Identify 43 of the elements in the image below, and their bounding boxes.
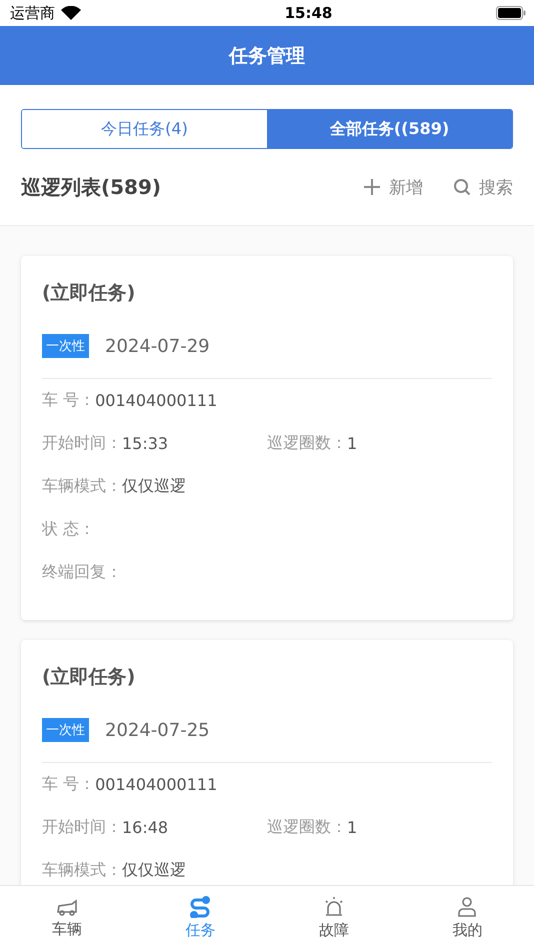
field-value: 16:48 [122, 818, 168, 837]
task-card[interactable]: (立即任务) 一次性 2024-07-25 车 号：001404000111 开始时间：16:48 巡逻圈数：1 车辆模式：仅仅巡逻 [21, 640, 513, 885]
search-icon [453, 178, 471, 196]
task-card[interactable]: (立即任务) 一次性 2024-07-29 车 号：001404000111 开始时间：15:33 巡逻圈数：1 车辆模式：仅仅巡逻 状 态： 终端回复： [21, 256, 513, 620]
field-value: 1 [347, 434, 358, 453]
battery-icon [496, 6, 526, 20]
clock-time: 15:48 [284, 4, 332, 22]
tab-bar-item[interactable]: 车辆 [0, 886, 134, 950]
car-icon [54, 897, 79, 917]
task-title: (立即任务) [42, 665, 136, 690]
tab-bar-item[interactable]: 故障 [267, 886, 400, 950]
task-date: 2024-07-29 [105, 336, 210, 356]
field-label: 巡逻圈数： [267, 433, 347, 454]
route-icon [188, 896, 212, 918]
field-value: 仅仅巡逻 [122, 860, 186, 881]
task-tag: 一次性 [42, 334, 89, 358]
field-label: 车 号： [42, 774, 96, 795]
task-tag: 一次性 [42, 718, 89, 742]
field-label: 车辆模式： [42, 476, 122, 497]
wifi-icon [61, 6, 81, 20]
tab-bar-item[interactable]: 我的 [400, 886, 534, 950]
search-button[interactable]: 搜索 [453, 176, 513, 198]
add-button[interactable]: 新增 [363, 176, 423, 198]
field-label: 终端回复： [42, 562, 122, 583]
task-date: 2024-07-25 [105, 720, 210, 740]
plus-icon [363, 178, 381, 196]
field-value: 1 [347, 818, 358, 837]
list-title: 巡逻列表(589) [21, 174, 162, 200]
field-label: 巡逻圈数： [267, 817, 347, 838]
page-title: 任务管理 [229, 44, 305, 68]
carrier-name: 运营商 [10, 4, 55, 22]
field-label: 开始时间： [42, 817, 122, 838]
field-label: 开始时间： [42, 433, 122, 454]
field-value: 001404000111 [95, 391, 218, 410]
field-value: 15:33 [122, 434, 168, 453]
field-label: 车辆模式： [42, 860, 122, 881]
field-value: 001404000111 [95, 775, 218, 794]
field-label: 车 号： [42, 390, 96, 411]
task-title: (立即任务) [42, 281, 136, 306]
segment-tab[interactable]: 全部任务((589) [267, 110, 512, 148]
field-label: 状 态： [42, 519, 96, 540]
person-icon [456, 896, 478, 918]
field-value: 仅仅巡逻 [122, 476, 186, 497]
